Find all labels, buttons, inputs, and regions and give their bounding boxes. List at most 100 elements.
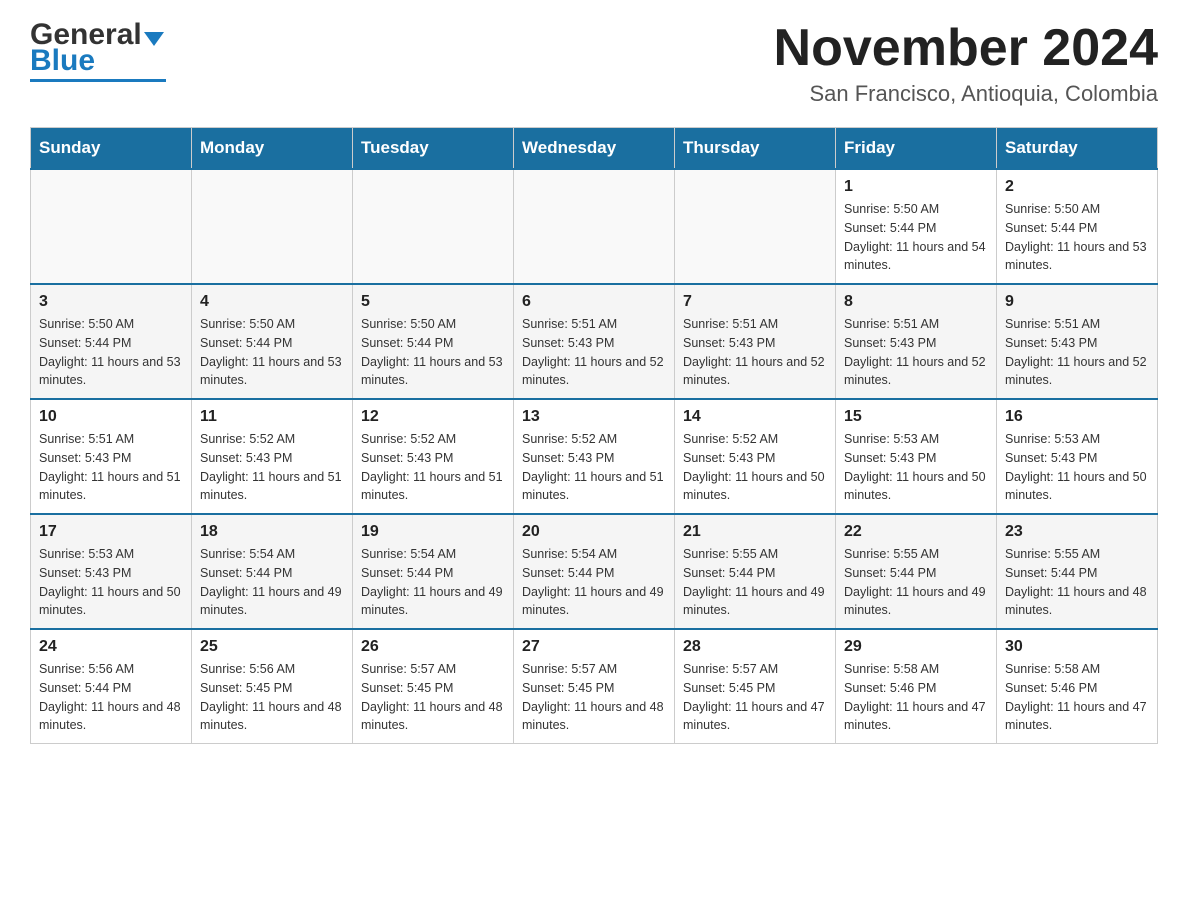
day-cell: 14 Sunrise: 5:52 AMSunset: 5:43 PMDayligh… (675, 399, 836, 514)
day-info: Sunrise: 5:53 AMSunset: 5:43 PMDaylight:… (39, 545, 183, 620)
calendar-table: Sunday Monday Tuesday Wednesday Thursday… (30, 127, 1158, 744)
day-number: 17 (39, 523, 183, 541)
day-info: Sunrise: 5:57 AMSunset: 5:45 PMDaylight:… (683, 660, 827, 735)
day-number: 22 (844, 523, 988, 541)
header-monday: Monday (192, 128, 353, 170)
day-info: Sunrise: 5:55 AMSunset: 5:44 PMDaylight:… (844, 545, 988, 620)
day-cell: 6Sunrise: 5:51 AMSunset: 5:43 PMDaylight… (514, 284, 675, 399)
day-cell: 22 Sunrise: 5:55 AMSunset: 5:44 PMDayligh… (836, 514, 997, 629)
day-number: 5 (361, 293, 505, 311)
week-row-2: 3 Sunrise: 5:50 AMSunset: 5:44 PMDaylight… (31, 284, 1158, 399)
logo-underline (30, 79, 166, 82)
week-row-4: 17 Sunrise: 5:53 AMSunset: 5:43 PMDayligh… (31, 514, 1158, 629)
day-info: Sunrise: 5:51 AMSunset: 5:43 PMDaylight:… (683, 315, 827, 390)
day-cell: 25 Sunrise: 5:56 AMSunset: 5:45 PMDayligh… (192, 629, 353, 744)
day-cell: 20Sunrise: 5:54 AMSunset: 5:44 PMDayligh… (514, 514, 675, 629)
day-cell: 10 Sunrise: 5:51 AMSunset: 5:43 PMDayligh… (31, 399, 192, 514)
calendar-header-row: Sunday Monday Tuesday Wednesday Thursday… (31, 128, 1158, 170)
day-number: 15 (844, 408, 988, 426)
day-info: Sunrise: 5:57 AMSunset: 5:45 PMDaylight:… (522, 660, 666, 735)
day-cell: 16 Sunrise: 5:53 AMSunset: 5:43 PMDayligh… (997, 399, 1158, 514)
day-cell: 4 Sunrise: 5:50 AMSunset: 5:44 PMDaylight… (192, 284, 353, 399)
day-number: 16 (1005, 408, 1149, 426)
day-info: Sunrise: 5:54 AMSunset: 5:44 PMDaylight:… (522, 545, 666, 620)
day-cell: 18 Sunrise: 5:54 AMSunset: 5:44 PMDayligh… (192, 514, 353, 629)
header-friday: Friday (836, 128, 997, 170)
day-info: Sunrise: 5:51 AMSunset: 5:43 PMDaylight:… (522, 315, 666, 390)
day-cell: 23Sunrise: 5:55 AMSunset: 5:44 PMDayligh… (997, 514, 1158, 629)
day-cell (31, 169, 192, 284)
day-number: 28 (683, 638, 827, 656)
day-info: Sunrise: 5:50 AMSunset: 5:44 PMDaylight:… (200, 315, 344, 390)
day-info: Sunrise: 5:53 AMSunset: 5:43 PMDaylight:… (844, 430, 988, 505)
logo-blue: Blue (30, 44, 95, 77)
day-number: 4 (200, 293, 344, 311)
day-cell (675, 169, 836, 284)
day-number: 9 (1005, 293, 1149, 311)
day-cell: 9 Sunrise: 5:51 AMSunset: 5:43 PMDaylight… (997, 284, 1158, 399)
day-cell: 19Sunrise: 5:54 AMSunset: 5:44 PMDayligh… (353, 514, 514, 629)
day-number: 30 (1005, 638, 1149, 656)
day-cell: 30 Sunrise: 5:58 AMSunset: 5:46 PMDayligh… (997, 629, 1158, 744)
day-info: Sunrise: 5:51 AMSunset: 5:43 PMDaylight:… (844, 315, 988, 390)
day-cell: 2 Sunrise: 5:50 AMSunset: 5:44 PMDaylight… (997, 169, 1158, 284)
day-info: Sunrise: 5:55 AMSunset: 5:44 PMDaylight:… (683, 545, 827, 620)
title-section: November 2024 San Francisco, Antioquia, … (774, 20, 1158, 107)
page-header: General Blue November 2024 San Francisco… (30, 20, 1158, 107)
day-number: 14 (683, 408, 827, 426)
month-title: November 2024 (774, 20, 1158, 77)
day-info: Sunrise: 5:50 AMSunset: 5:44 PMDaylight:… (844, 200, 988, 275)
day-info: Sunrise: 5:52 AMSunset: 5:43 PMDaylight:… (361, 430, 505, 505)
day-cell: 8 Sunrise: 5:51 AMSunset: 5:43 PMDaylight… (836, 284, 997, 399)
day-cell: 5 Sunrise: 5:50 AMSunset: 5:44 PMDaylight… (353, 284, 514, 399)
logo-triangle-icon (144, 32, 164, 46)
week-row-5: 24 Sunrise: 5:56 AMSunset: 5:44 PMDayligh… (31, 629, 1158, 744)
day-number: 12 (361, 408, 505, 426)
day-number: 25 (200, 638, 344, 656)
day-cell (514, 169, 675, 284)
day-number: 27 (522, 638, 666, 656)
day-info: Sunrise: 5:50 AMSunset: 5:44 PMDaylight:… (1005, 200, 1149, 275)
day-cell: 17 Sunrise: 5:53 AMSunset: 5:43 PMDayligh… (31, 514, 192, 629)
day-info: Sunrise: 5:54 AMSunset: 5:44 PMDaylight:… (200, 545, 344, 620)
day-info: Sunrise: 5:52 AMSunset: 5:43 PMDaylight:… (522, 430, 666, 505)
week-row-1: 1 Sunrise: 5:50 AMSunset: 5:44 PMDaylight… (31, 169, 1158, 284)
day-number: 2 (1005, 178, 1149, 196)
day-number: 29 (844, 638, 988, 656)
day-number: 8 (844, 293, 988, 311)
day-cell: 28 Sunrise: 5:57 AMSunset: 5:45 PMDayligh… (675, 629, 836, 744)
day-cell: 15 Sunrise: 5:53 AMSunset: 5:43 PMDayligh… (836, 399, 997, 514)
day-cell: 12 Sunrise: 5:52 AMSunset: 5:43 PMDayligh… (353, 399, 514, 514)
day-info: Sunrise: 5:51 AMSunset: 5:43 PMDaylight:… (39, 430, 183, 505)
day-info: Sunrise: 5:54 AMSunset: 5:44 PMDaylight:… (361, 545, 505, 620)
day-cell: 29Sunrise: 5:58 AMSunset: 5:46 PMDayligh… (836, 629, 997, 744)
day-number: 24 (39, 638, 183, 656)
day-info: Sunrise: 5:52 AMSunset: 5:43 PMDaylight:… (200, 430, 344, 505)
day-info: Sunrise: 5:55 AMSunset: 5:44 PMDaylight:… (1005, 545, 1149, 620)
day-cell: 11Sunrise: 5:52 AMSunset: 5:43 PMDayligh… (192, 399, 353, 514)
day-info: Sunrise: 5:56 AMSunset: 5:44 PMDaylight:… (39, 660, 183, 735)
day-number: 1 (844, 178, 988, 196)
day-info: Sunrise: 5:51 AMSunset: 5:43 PMDaylight:… (1005, 315, 1149, 390)
week-row-3: 10 Sunrise: 5:51 AMSunset: 5:43 PMDayligh… (31, 399, 1158, 514)
day-number: 10 (39, 408, 183, 426)
day-info: Sunrise: 5:52 AMSunset: 5:43 PMDaylight:… (683, 430, 827, 505)
day-number: 3 (39, 293, 183, 311)
day-info: Sunrise: 5:53 AMSunset: 5:43 PMDaylight:… (1005, 430, 1149, 505)
day-info: Sunrise: 5:56 AMSunset: 5:45 PMDaylight:… (200, 660, 344, 735)
day-cell (353, 169, 514, 284)
day-info: Sunrise: 5:58 AMSunset: 5:46 PMDaylight:… (1005, 660, 1149, 735)
day-info: Sunrise: 5:50 AMSunset: 5:44 PMDaylight:… (39, 315, 183, 390)
header-wednesday: Wednesday (514, 128, 675, 170)
day-number: 18 (200, 523, 344, 541)
day-number: 26 (361, 638, 505, 656)
day-info: Sunrise: 5:50 AMSunset: 5:44 PMDaylight:… (361, 315, 505, 390)
day-cell: 7Sunrise: 5:51 AMSunset: 5:43 PMDaylight… (675, 284, 836, 399)
logo: General Blue (30, 20, 166, 82)
header-thursday: Thursday (675, 128, 836, 170)
day-cell: 26 Sunrise: 5:57 AMSunset: 5:45 PMDayligh… (353, 629, 514, 744)
day-cell: 21Sunrise: 5:55 AMSunset: 5:44 PMDayligh… (675, 514, 836, 629)
header-saturday: Saturday (997, 128, 1158, 170)
day-number: 13 (522, 408, 666, 426)
day-info: Sunrise: 5:57 AMSunset: 5:45 PMDaylight:… (361, 660, 505, 735)
